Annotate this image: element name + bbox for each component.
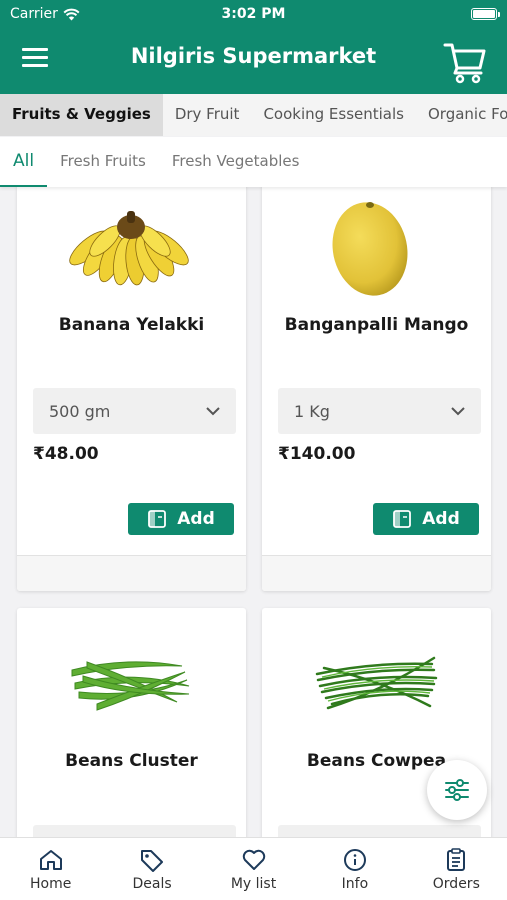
product-card: Banana Yelakki 500 gm ₹48.00 Add [17, 187, 246, 591]
product-image-beans-cowpea[interactable] [262, 628, 491, 738]
filter-button[interactable] [427, 760, 487, 820]
chevron-down-icon [206, 406, 220, 415]
nav-my-list[interactable]: My list [203, 838, 304, 900]
heart-icon [242, 849, 265, 870]
add-button-label: Add [177, 509, 215, 529]
nav-home-label: Home [30, 876, 72, 892]
status-bar: Carrier 3:02 PM [0, 0, 507, 28]
nav-orders-label: Orders [432, 876, 480, 892]
tab-fruits-veggies[interactable]: Fruits & Veggies [0, 94, 163, 136]
orders-icon [447, 848, 466, 871]
category-tabs: Fruits & Veggies Dry Fruit Cooking Essen… [0, 94, 507, 136]
status-time: 3:02 PM [221, 6, 286, 22]
page-title: Nilgiris Supermarket [130, 44, 377, 68]
product-name: Beans Cluster [65, 751, 198, 771]
tab-fresh-vegetables[interactable]: Fresh Vegetables [159, 137, 313, 187]
card-footer [17, 555, 246, 591]
tag-icon [141, 850, 164, 872]
product-name: Banganpalli Mango [284, 315, 469, 335]
battery-icon [471, 8, 500, 20]
bag-icon [148, 510, 167, 528]
info-icon [343, 849, 366, 871]
cart-button[interactable] [443, 40, 487, 84]
chevron-down-icon [451, 406, 465, 415]
product-image-banana[interactable] [17, 193, 246, 303]
subcategory-tabs: All Fresh Fruits Fresh Vegetables [0, 137, 507, 187]
bag-icon [393, 510, 412, 528]
nav-info-label: Info [341, 876, 369, 892]
nav-deals[interactable]: Deals [101, 838, 202, 900]
add-to-cart-button[interactable]: Add [128, 503, 234, 535]
card-footer [262, 555, 491, 591]
tab-fresh-fruits[interactable]: Fresh Fruits [47, 137, 159, 187]
tab-organic-food[interactable]: Organic Food [416, 94, 507, 136]
quantity-value: 1 Kg [294, 401, 330, 421]
product-grid[interactable]: Banana Yelakki 500 gm ₹48.00 Add Banganp… [0, 187, 507, 837]
app-header: Carrier 3:02 PM Nilgiris Supermarket [0, 0, 507, 94]
add-button-label: Add [422, 509, 460, 529]
cart-icon [443, 43, 486, 84]
home-icon [39, 850, 62, 870]
quantity-select[interactable] [278, 825, 481, 837]
nav-home[interactable]: Home [0, 838, 101, 900]
product-image-mango[interactable] [262, 193, 491, 303]
tab-cooking-essentials[interactable]: Cooking Essentials [251, 94, 416, 136]
product-card: Beans Cluster [17, 608, 246, 837]
add-to-cart-button[interactable]: Add [373, 503, 479, 535]
product-card: Banganpalli Mango 1 Kg ₹140.00 Add [262, 187, 491, 591]
filter-sliders-icon [445, 779, 469, 801]
nav-deals-label: Deals [132, 876, 172, 892]
nav-info[interactable]: Info [304, 838, 405, 900]
quantity-select[interactable]: 500 gm [33, 388, 236, 434]
product-name: Banana Yelakki [58, 315, 205, 335]
quantity-select[interactable]: 1 Kg [278, 388, 481, 434]
nav-orders[interactable]: Orders [406, 838, 507, 900]
product-image-beans-cluster[interactable] [17, 628, 246, 738]
tab-all[interactable]: All [0, 137, 48, 187]
quantity-value: 500 gm [49, 401, 111, 421]
product-price: ₹140.00 [278, 444, 356, 464]
tab-dry-fruit[interactable]: Dry Fruit [163, 94, 252, 136]
nav-my-list-label: My list [230, 876, 277, 892]
quantity-select[interactable] [33, 825, 236, 837]
product-price: ₹48.00 [33, 444, 99, 464]
bottom-nav: Home Deals My list Info Orders [0, 837, 507, 900]
